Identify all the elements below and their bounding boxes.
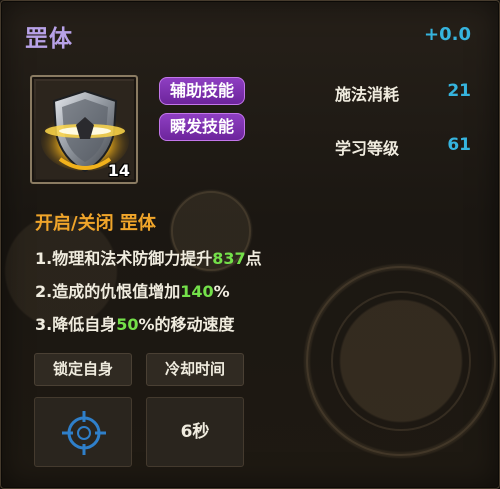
effect-line: 3.降低自身50%的移动速度 <box>35 311 235 335</box>
effect-value: 837 <box>212 249 246 268</box>
cast-cost-value: 21 <box>447 81 471 101</box>
effect-text: 点 <box>245 249 262 268</box>
tag-instant-skill: 瞬发技能 <box>159 113 246 141</box>
learn-level-value: 61 <box>447 135 471 155</box>
crosshair-icon <box>62 411 106 455</box>
delta-value: +0.0 <box>424 24 471 45</box>
effect-value: 140 <box>180 282 214 301</box>
learn-level-label: 学习等级 <box>335 139 400 158</box>
effect-text: 3.降低自身 <box>35 315 117 334</box>
cooldown-label: 冷却时间 <box>146 353 244 386</box>
effect-line: 2.造成的仇恨值增加140% <box>35 278 230 302</box>
target-label: 锁定自身 <box>34 353 132 386</box>
cast-cost-label: 施法消耗 <box>335 85 400 104</box>
tag-support-skill: 辅助技能 <box>159 77 246 105</box>
cooldown-value: 6秒 <box>146 397 244 467</box>
stack-count: 14 <box>107 161 130 180</box>
skill-title: 罡体 <box>25 26 73 52</box>
effect-text: % <box>213 282 230 301</box>
skill-tooltip: 罡体 +0.0 14 辅助技能 瞬发技能 施法消耗 21 学习等级 61 开启/… <box>0 0 500 489</box>
effect-line: 1.物理和法术防御力提升837点 <box>35 245 262 269</box>
target-box <box>34 397 132 467</box>
effect-text: 1.物理和法术防御力提升 <box>35 249 213 268</box>
skill-icon: 14 <box>30 75 138 184</box>
background-ornament <box>331 291 471 431</box>
effect-text: 2.造成的仇恨值增加 <box>35 282 181 301</box>
effect-text: %的移动速度 <box>138 315 235 334</box>
effect-value: 50 <box>116 315 139 334</box>
effect-heading: 开启/关闭 罡体 <box>35 213 156 234</box>
